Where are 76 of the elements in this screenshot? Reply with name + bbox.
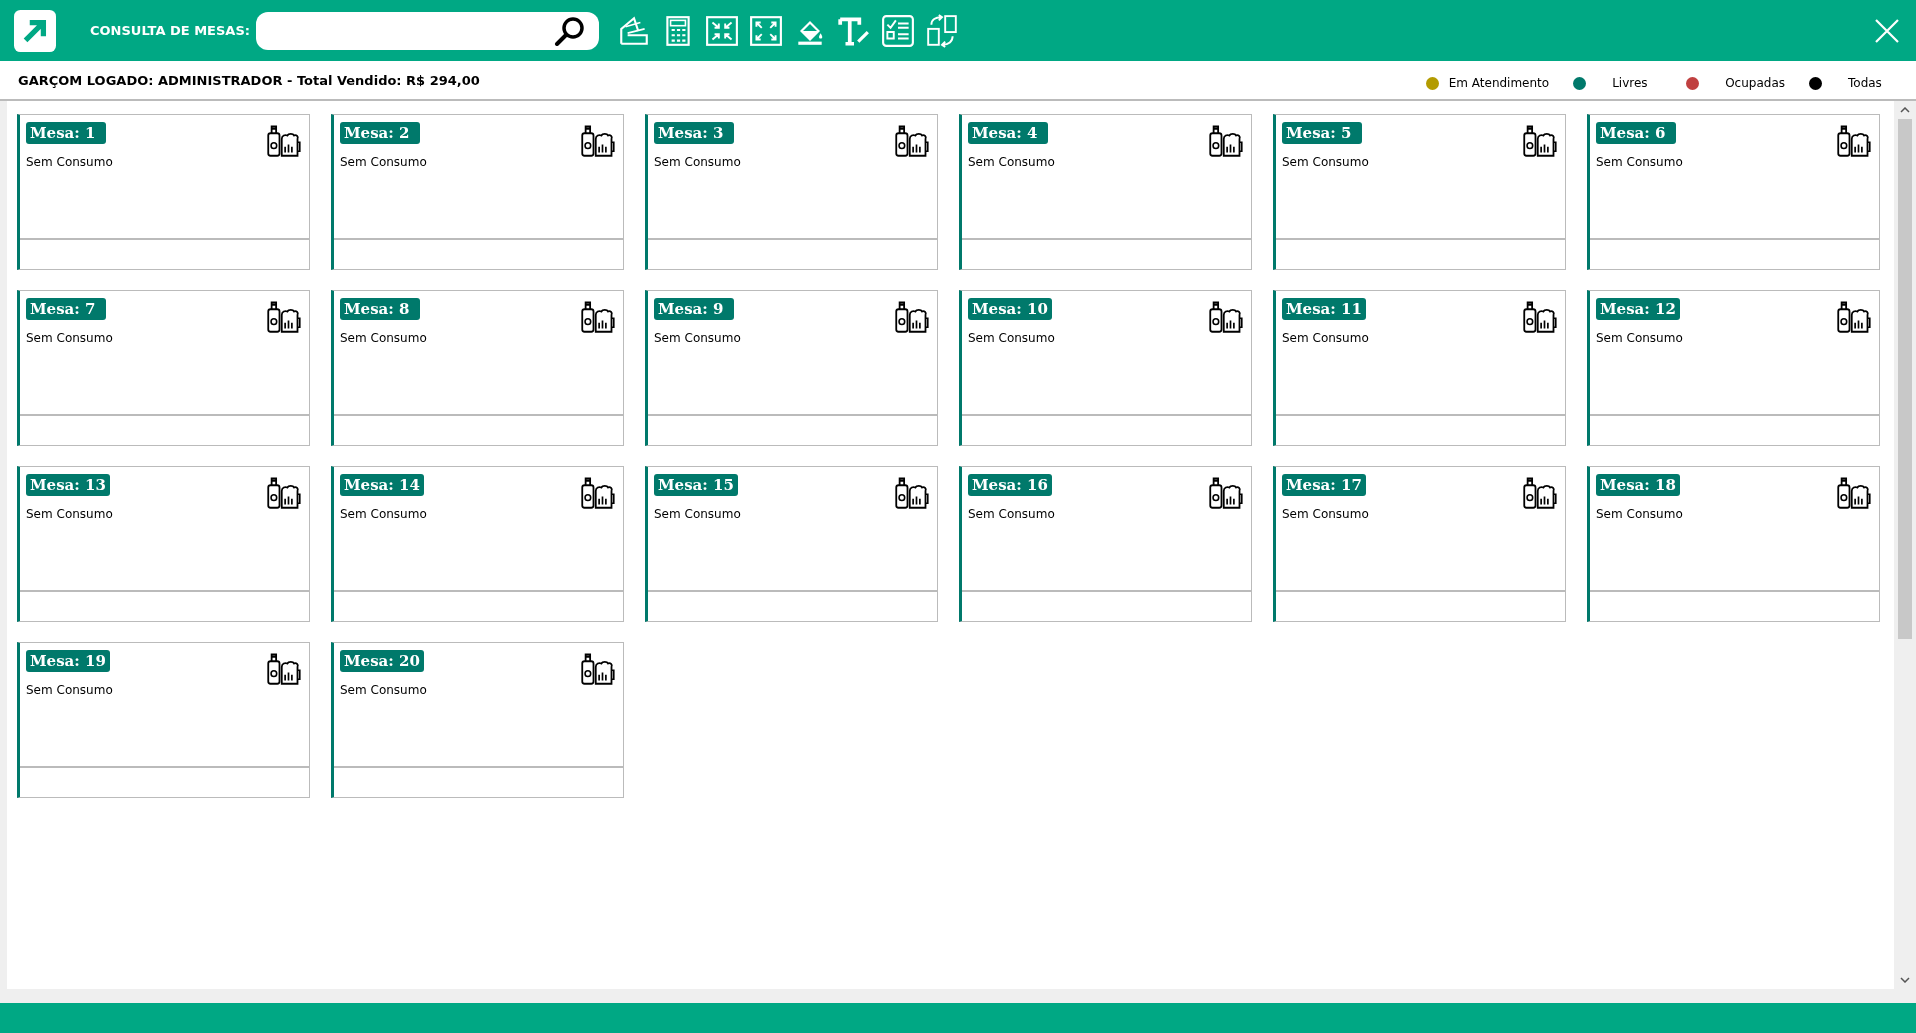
waiter-info: GARÇOM LOGADO: ADMINISTRADOR - Total Vendido: R$ 294,00 (18, 72, 481, 88)
scroll-down-icon[interactable] (1900, 977, 1910, 983)
table-label: Mesa: 8 (340, 298, 420, 320)
table-card[interactable]: Mesa: 9 Sem Consumo (645, 290, 938, 446)
search-icon[interactable] (552, 15, 587, 46)
collapse-icon[interactable] (704, 13, 739, 48)
consumption-status: Sem Consumo (340, 683, 428, 697)
table-label: Mesa: 17 (1282, 474, 1366, 496)
table-card[interactable]: Mesa: 12 Sem Consumo (1587, 290, 1880, 446)
expand-icon[interactable] (748, 13, 783, 48)
table-card[interactable]: Mesa: 14 Sem Consumo (331, 466, 624, 622)
table-label: Mesa: 12 (1596, 298, 1680, 320)
table-card[interactable]: Mesa: 2 Sem Consumo (331, 114, 624, 270)
table-card[interactable]: Mesa: 13 Sem Consumo (17, 466, 310, 622)
table-card[interactable]: Mesa: 5 Sem Consumo (1273, 114, 1566, 270)
consumption-status: Sem Consumo (340, 507, 428, 521)
consumption-status: Sem Consumo (26, 507, 114, 521)
consumption-status: Sem Consumo (26, 331, 114, 345)
consumption-status: Sem Consumo (26, 683, 114, 697)
table-card[interactable]: Mesa: 4 Sem Consumo (959, 114, 1252, 270)
table-card[interactable]: Mesa: 17 Sem Consumo (1273, 466, 1566, 622)
table-label: Mesa: 11 (1282, 298, 1366, 320)
table-card[interactable]: Mesa: 20 Sem Consumo (331, 642, 624, 798)
table-label: Mesa: 15 (654, 474, 738, 496)
table-card[interactable]: Mesa: 18 Sem Consumo (1587, 466, 1880, 622)
table-card[interactable]: Mesa: 15 Sem Consumo (645, 466, 938, 622)
consumption-status: Sem Consumo (340, 331, 428, 345)
consumption-status: Sem Consumo (654, 331, 742, 345)
scroll-up-icon[interactable] (1900, 107, 1910, 113)
table-card[interactable]: Mesa: 10 Sem Consumo (959, 290, 1252, 446)
table-label: Mesa: 2 (340, 122, 420, 144)
table-label: Mesa: 18 (1596, 474, 1680, 496)
search-field[interactable] (255, 11, 599, 50)
consumption-status: Sem Consumo (1282, 155, 1370, 169)
consumption-status: Sem Consumo (1596, 331, 1684, 345)
legend-label[interactable]: Ocupadas (1725, 76, 1785, 90)
consumption-status: Sem Consumo (968, 507, 1056, 521)
table-card[interactable]: Mesa: 1 Sem Consumo (17, 114, 310, 270)
table-card[interactable]: Mesa: 7 Sem Consumo (17, 290, 310, 446)
table-label: Mesa: 6 (1596, 122, 1676, 144)
search-label: CONSULTA DE MESAS: (90, 23, 250, 38)
table-label: Mesa: 19 (26, 650, 110, 672)
close-icon[interactable] (1874, 17, 1900, 44)
table-label: Mesa: 9 (654, 298, 734, 320)
consumption-status: Sem Consumo (654, 507, 742, 521)
consumption-status: Sem Consumo (1596, 155, 1684, 169)
table-label: Mesa: 1 (26, 122, 106, 144)
consumption-status: Sem Consumo (968, 155, 1056, 169)
logo-icon (14, 9, 56, 52)
table-card[interactable]: Mesa: 19 Sem Consumo (17, 642, 310, 798)
table-card[interactable]: Mesa: 11 Sem Consumo (1273, 290, 1566, 446)
table-label: Mesa: 14 (340, 474, 424, 496)
table-card[interactable]: Mesa: 16 Sem Consumo (959, 466, 1252, 622)
legend-label[interactable]: Em Atendimento (1448, 76, 1550, 90)
consumption-status: Sem Consumo (340, 155, 428, 169)
consumption-status: Sem Consumo (1596, 507, 1684, 521)
legend-label[interactable]: Livres (1612, 76, 1663, 90)
table-label: Mesa: 7 (26, 298, 106, 320)
table-label: Mesa: 16 (968, 474, 1052, 496)
legend-label[interactable]: Todas (1848, 76, 1898, 90)
table-label: Mesa: 4 (968, 122, 1048, 144)
table-label: Mesa: 13 (26, 474, 110, 496)
consumption-status: Sem Consumo (968, 331, 1056, 345)
swap-icon[interactable] (924, 13, 959, 48)
table-card[interactable]: Mesa: 8 Sem Consumo (331, 290, 624, 446)
table-label: Mesa: 5 (1282, 122, 1362, 144)
consumption-status: Sem Consumo (26, 155, 114, 169)
checklist-icon[interactable] (880, 13, 915, 48)
table-label: Mesa: 10 (968, 298, 1052, 320)
table-card[interactable]: Mesa: 3 Sem Consumo (645, 114, 938, 270)
table-label: Mesa: 3 (654, 122, 734, 144)
consumption-status: Sem Consumo (1282, 331, 1370, 345)
consumption-status: Sem Consumo (654, 155, 742, 169)
consumption-status: Sem Consumo (1282, 507, 1370, 521)
table-label: Mesa: 20 (340, 650, 424, 672)
table-card[interactable]: Mesa: 6 Sem Consumo (1587, 114, 1880, 270)
